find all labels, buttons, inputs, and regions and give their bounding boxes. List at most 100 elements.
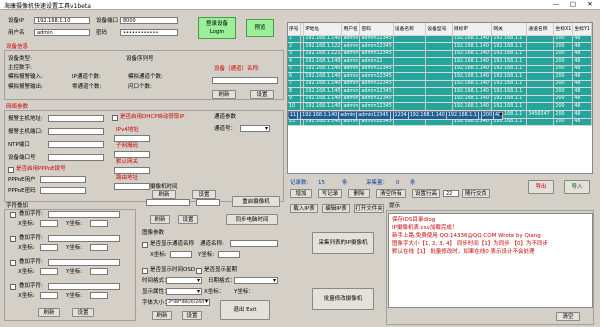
table-row[interactable]: 9 192.168.1.140 admin admin12345 192.168.1.1… bbox=[288, 95, 592, 103]
table-cell[interactable]: 200 bbox=[553, 35, 574, 43]
table-cell[interactable]: 192.168.1.122 bbox=[303, 42, 343, 51]
table-row[interactable]: 3 192.168.1.121 admin admin12345 192.168.1.1… bbox=[288, 50, 592, 58]
osd-input-3[interactable] bbox=[48, 259, 120, 266]
table-cell[interactable] bbox=[526, 42, 555, 51]
osd-checkbox-3[interactable] bbox=[10, 260, 16, 266]
osd-checkbox-2[interactable] bbox=[10, 236, 16, 242]
pppoe-user-input[interactable] bbox=[40, 176, 86, 183]
table-cell[interactable]: admin bbox=[341, 35, 361, 43]
gateway-input[interactable] bbox=[114, 167, 150, 174]
user-input[interactable]: admin bbox=[34, 29, 90, 36]
table-cell[interactable]: 192.168.1.140 bbox=[303, 87, 343, 96]
ntp-port-input[interactable] bbox=[48, 141, 104, 148]
column-header[interactable]: 设备名称 bbox=[393, 23, 427, 36]
table-cell[interactable] bbox=[526, 35, 555, 43]
table-row[interactable]: 8 192.168.1.140 admin admin12345 192.168.1.1… bbox=[288, 87, 592, 96]
table-cell[interactable]: 200 bbox=[553, 110, 574, 119]
table-cell[interactable]: 48 bbox=[572, 118, 592, 126]
time-format-select[interactable] bbox=[166, 277, 202, 284]
table-cell[interactable]: admin bbox=[341, 50, 361, 58]
table-cell[interactable]: 48 bbox=[572, 102, 592, 111]
table-cell[interactable]: 5 bbox=[288, 65, 301, 73]
device-port-input[interactable] bbox=[48, 154, 104, 161]
clear-all-button[interactable]: 清空所有 bbox=[376, 189, 406, 198]
table-cell[interactable] bbox=[393, 35, 427, 43]
table-cell[interactable]: admin12345 bbox=[359, 35, 394, 43]
table-cell[interactable] bbox=[393, 50, 427, 58]
table-cell[interactable]: 3 bbox=[288, 50, 301, 58]
table-cell[interactable]: 10 bbox=[288, 102, 301, 111]
table-cell[interactable]: 192.168.1.140 bbox=[452, 80, 493, 88]
image-x-input[interactable] bbox=[170, 251, 192, 258]
restart-camera-button[interactable]: 重启摄像机 bbox=[232, 196, 280, 207]
table-cell[interactable]: admin bbox=[341, 95, 361, 103]
column-header[interactable]: IP地址 bbox=[303, 23, 343, 36]
table-cell[interactable]: 192.168.1.1 bbox=[491, 72, 528, 81]
sync-time-button[interactable]: 同步电脑时间 bbox=[226, 214, 278, 225]
table-cell[interactable]: 192.168.1.140 bbox=[303, 72, 343, 81]
table-cell[interactable]: admin bbox=[341, 72, 361, 81]
show-channel-name-checkbox[interactable] bbox=[142, 242, 148, 248]
open-folder-button[interactable]: 打开文件夹 bbox=[354, 204, 384, 213]
table-cell[interactable] bbox=[526, 50, 555, 58]
table-cell[interactable]: 192.168.1.1 bbox=[491, 42, 528, 51]
show-osd-checkbox[interactable] bbox=[142, 268, 148, 274]
table-cell[interactable]: admin12345 bbox=[359, 65, 394, 73]
port-input[interactable]: 8000 bbox=[120, 17, 178, 24]
table-cell[interactable]: 7 bbox=[288, 80, 301, 88]
channel-name-input[interactable] bbox=[212, 77, 278, 84]
table-cell[interactable]: 192.168.1.1 bbox=[446, 111, 479, 120]
table-cell[interactable]: 8 bbox=[288, 87, 301, 96]
ipv4-input[interactable] bbox=[114, 135, 150, 142]
table-cell[interactable]: 192.168.1.140 bbox=[300, 111, 340, 120]
alarm-host-input[interactable] bbox=[48, 115, 104, 122]
table-row[interactable]: 7 192.168.1.140 admin admin12345 192.168.1.1… bbox=[288, 80, 592, 88]
table-cell[interactable]: admin12345 bbox=[359, 42, 394, 51]
table-cell[interactable]: 2 bbox=[288, 42, 301, 51]
devinfo-refresh-button[interactable]: 刷新 bbox=[212, 90, 236, 99]
route-input[interactable] bbox=[114, 183, 150, 190]
table-cell[interactable]: 192.168.1.140 bbox=[452, 65, 493, 73]
table-cell[interactable]: 48 bbox=[572, 50, 592, 58]
table-cell[interactable] bbox=[526, 102, 555, 111]
font-size-select[interactable]: 3*48*48(d)/24d bbox=[166, 299, 210, 306]
table-cell[interactable]: admin bbox=[341, 42, 361, 51]
network-refresh-button[interactable]: 刷新 bbox=[152, 190, 176, 199]
write-record-button[interactable]: 写记录 bbox=[318, 189, 342, 198]
table-cell[interactable]: 192.168.1.1 bbox=[491, 80, 528, 88]
table-cell[interactable] bbox=[393, 102, 427, 111]
login-button[interactable]: 登录设备 Login bbox=[198, 17, 236, 39]
export-button[interactable]: 导出 bbox=[528, 180, 554, 194]
table-cell[interactable] bbox=[425, 42, 453, 51]
table-cell[interactable] bbox=[425, 87, 453, 96]
column-header[interactable]: 设备型号 bbox=[425, 23, 453, 36]
minimize-icon[interactable]: — bbox=[548, 0, 564, 9]
table-cell[interactable] bbox=[425, 95, 453, 103]
osd-input-4[interactable] bbox=[48, 283, 120, 290]
table-cell[interactable]: 200 bbox=[553, 72, 574, 81]
table-row[interactable]: 1 192.168.1.140 admin admin12345 192.168.1.1… bbox=[288, 35, 592, 43]
row-height-input[interactable]: 22 bbox=[443, 190, 459, 197]
table-cell[interactable]: 200 bbox=[553, 42, 574, 51]
table-cell[interactable]: 4 bbox=[288, 57, 301, 66]
table-cell[interactable]: 200 bbox=[553, 65, 574, 73]
table-cell[interactable]: 192.168.1.1 bbox=[491, 95, 528, 103]
table-row[interactable]: 2 192.168.1.122 admin admin12345 192.168.1.1… bbox=[288, 42, 592, 51]
table-cell[interactable] bbox=[526, 95, 555, 103]
password-input[interactable]: •••••••••••• bbox=[120, 29, 178, 36]
column-header[interactable]: 网关 bbox=[491, 23, 528, 36]
table-cell[interactable]: admin12345 bbox=[359, 87, 394, 96]
table-cell[interactable]: 192.168.1.140 bbox=[303, 35, 343, 43]
table-cell[interactable]: 200 bbox=[553, 95, 574, 103]
table-cell[interactable]: admin bbox=[341, 87, 361, 96]
osd-x-input-2[interactable] bbox=[40, 244, 58, 251]
table-row[interactable]: 4 192.168.1.140 admin admin12 192.168.1.140 1… bbox=[288, 57, 592, 66]
table-cell[interactable]: admin bbox=[341, 65, 361, 73]
table-cell[interactable] bbox=[526, 65, 555, 73]
table-cell[interactable]: 48 bbox=[572, 42, 592, 51]
table-cell[interactable] bbox=[526, 118, 555, 126]
osd-x-input-3[interactable] bbox=[40, 268, 58, 275]
osd-set-button[interactable]: 设置 bbox=[72, 308, 94, 317]
table-cell[interactable]: 48 bbox=[572, 80, 592, 88]
column-header[interactable]: 通道名称 bbox=[526, 23, 555, 36]
